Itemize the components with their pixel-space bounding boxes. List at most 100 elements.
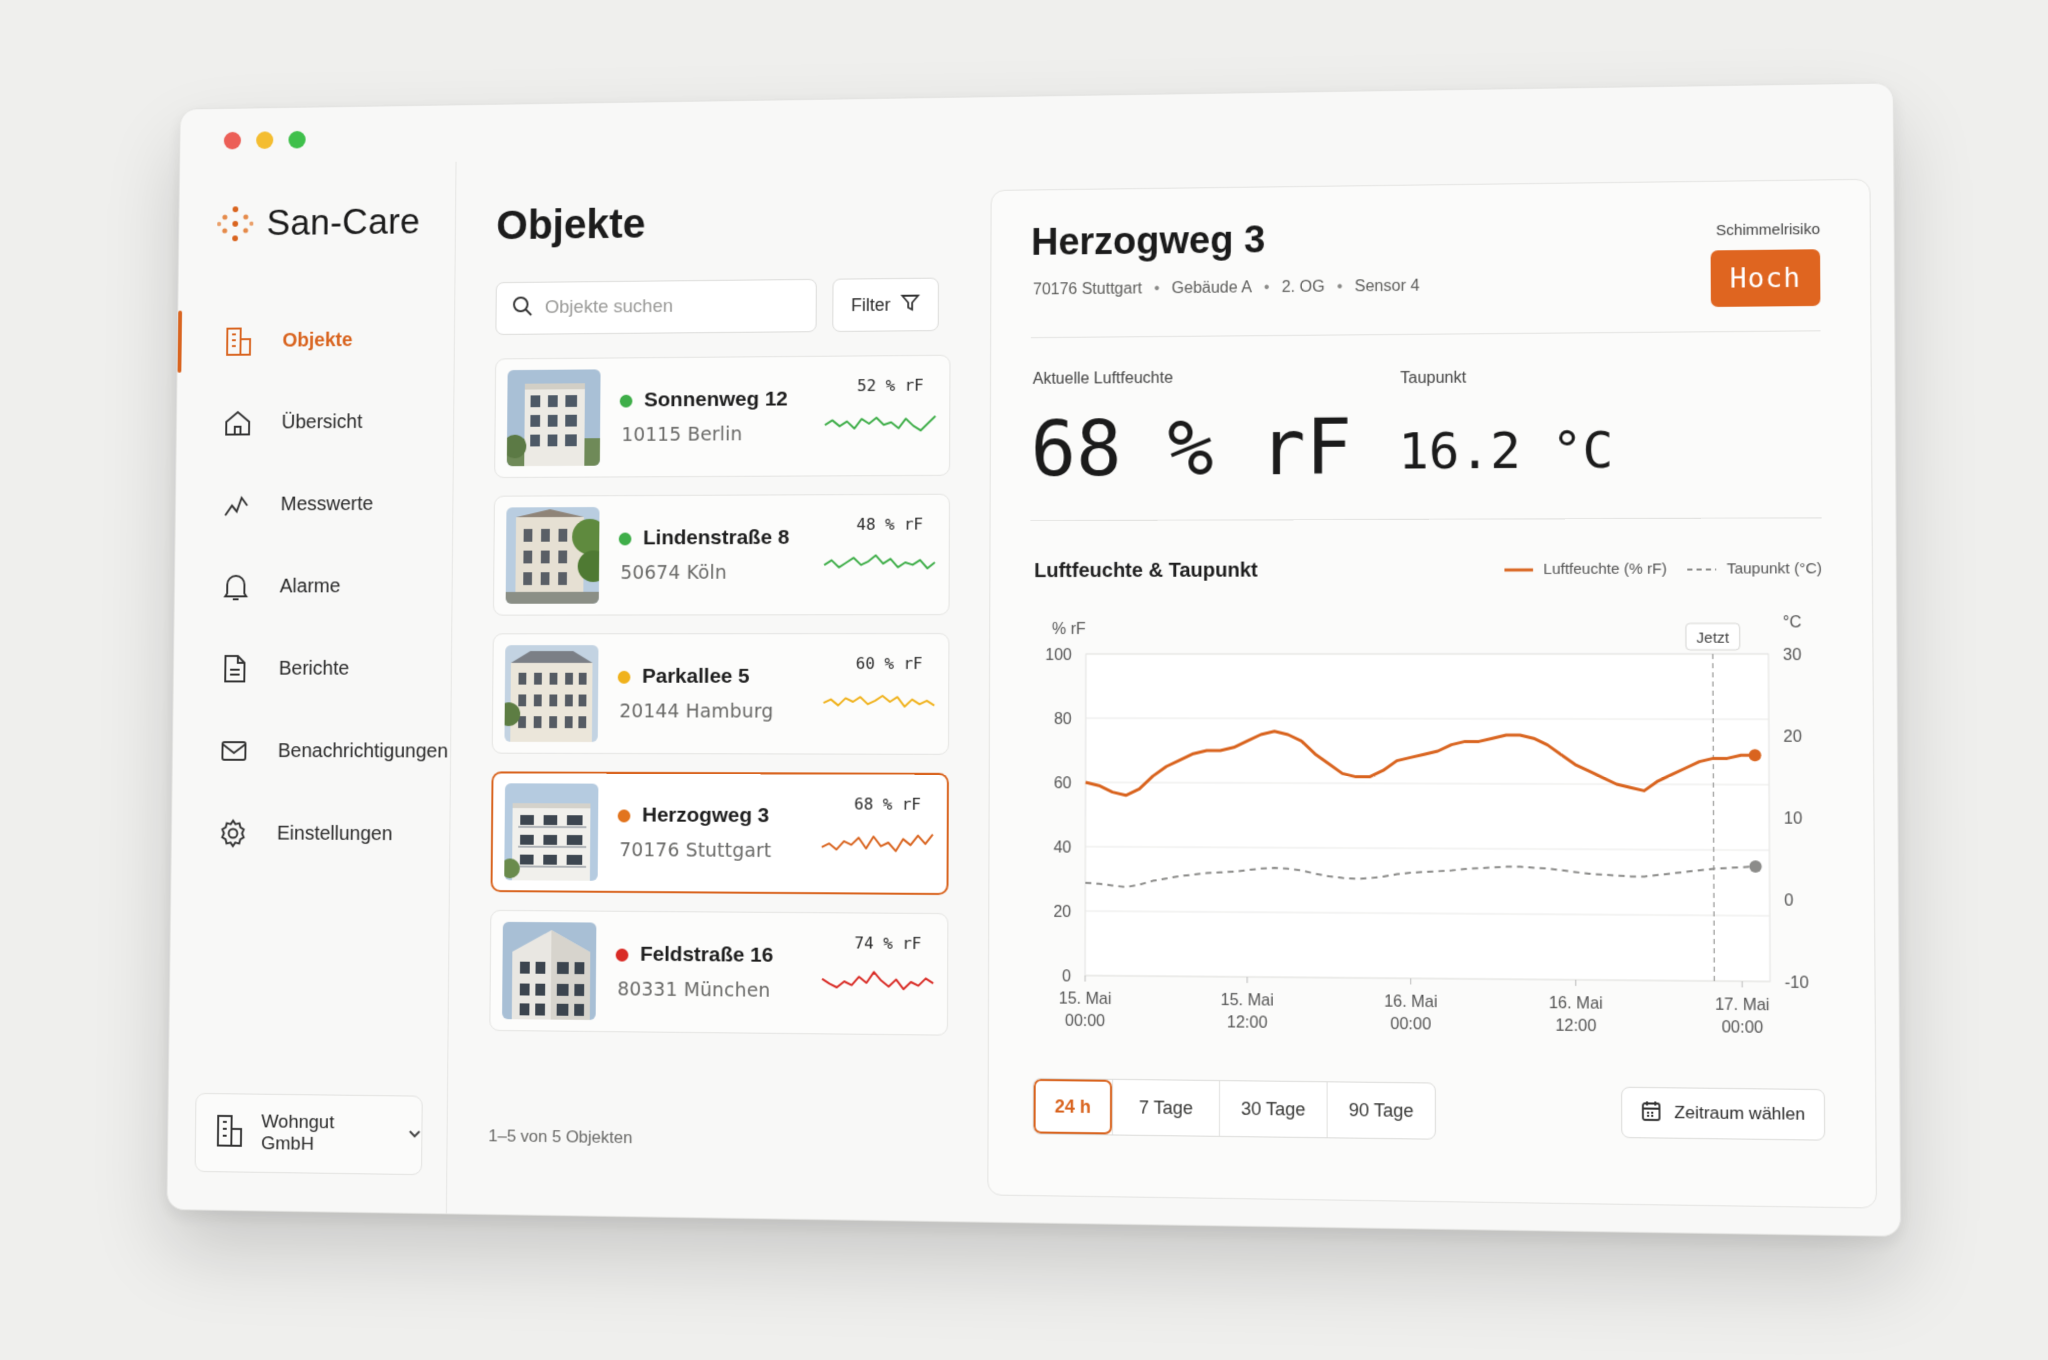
object-metric: 52 % rF: [823, 376, 938, 444]
x-tick-label-date: 16. Mai: [1549, 995, 1603, 1013]
close-window-button[interactable]: [224, 132, 241, 150]
y-right-tick-label: 20: [1783, 728, 1802, 746]
sidebar-item-messwerte[interactable]: Messwerte: [175, 463, 453, 546]
mail-icon: [218, 735, 249, 766]
sidebar-item-label: Einstellungen: [277, 822, 393, 845]
object-card-herzogweg[interactable]: Herzogweg 3 70176 Stuttgart 68 % rF: [491, 771, 949, 895]
sparkline: [820, 966, 935, 997]
page-title: Objekte: [496, 200, 645, 249]
y-left-tick-label: 100: [1045, 647, 1072, 664]
object-name: Lindenstraße 8: [643, 526, 789, 550]
status-dot: [619, 532, 632, 545]
meta-separator: •: [1154, 280, 1160, 298]
pagination-info: 1–5 von 5 Objekten: [488, 1126, 632, 1148]
range-7-tage[interactable]: 7 Tage: [1112, 1080, 1219, 1136]
x-tick-label-date: 15. Mai: [1221, 992, 1274, 1010]
object-card-sonnenweg[interactable]: Sonnenweg 12 10115 Berlin 52 % rF: [494, 355, 950, 478]
sparkline: [822, 547, 937, 577]
choose-period-label: Zeitraum wählen: [1674, 1103, 1805, 1125]
filter-label: Filter: [851, 294, 890, 315]
risk-label: Schimmelrisiko: [1716, 221, 1820, 239]
detail-panel: Herzogweg 3 70176 Stuttgart • Gebäude A …: [987, 179, 1877, 1209]
sidebar-item-label: Berichte: [279, 657, 350, 680]
legend-humidity-label: Luftfeuchte (% rF): [1543, 560, 1666, 578]
sidebar-item-label: Messwerte: [281, 493, 374, 516]
risk-badge: Hoch: [1711, 249, 1821, 307]
sparkline-path: [824, 555, 935, 568]
object-card-lindenstrasse[interactable]: Lindenstraße 8 50674 Köln 48 % rF: [493, 494, 950, 616]
legend-humidity: Luftfeuchte (% rF): [1504, 560, 1666, 578]
search-input[interactable]: [545, 295, 789, 319]
app-name: San-Care: [266, 201, 420, 244]
y-right-tick-label: 0: [1784, 892, 1794, 910]
sidebar-item-benachrichtigungen[interactable]: Benachrichtigungen: [172, 710, 451, 793]
plot-area: [1085, 654, 1770, 982]
meta-separator: •: [1337, 278, 1343, 296]
object-name-row: Lindenstraße 8: [619, 526, 825, 550]
sparkline: [820, 827, 935, 858]
building-photo: [504, 783, 598, 881]
meta-floor: 2. OG: [1282, 279, 1325, 297]
range-90-tage[interactable]: 90 Tage: [1327, 1082, 1435, 1138]
maximize-window-button[interactable]: [288, 131, 305, 149]
object-card-parkallee[interactable]: Parkallee 5 20144 Hamburg 60 % rF: [492, 633, 950, 755]
organization-name: Wohngut GmbH: [261, 1111, 385, 1156]
dewpoint-value: 16.2 °C: [1398, 421, 1613, 481]
bell-icon: [220, 571, 251, 602]
sidebar-item-uebersicht[interactable]: Übersicht: [176, 380, 454, 464]
y-right-tick-label: 10: [1784, 810, 1803, 828]
humidity-value: 48 % rF: [822, 515, 923, 534]
meta-address: 70176 Stuttgart: [1033, 280, 1142, 299]
minimize-window-button[interactable]: [256, 131, 273, 149]
object-card-feldstrasse[interactable]: Feldstraße 16 80331 München 74 % rF: [489, 910, 948, 1036]
range-30-tage[interactable]: 30 Tage: [1219, 1081, 1327, 1137]
sidebar-item-objekte[interactable]: Objekte: [177, 298, 455, 382]
chevron-down-icon: [408, 1126, 422, 1144]
building-photo: [506, 507, 600, 604]
sparkline: [823, 408, 938, 438]
sparkline-path: [825, 416, 936, 431]
object-metric: 48 % rF: [822, 515, 937, 583]
humidity-value-large: 68 % rF: [1030, 403, 1352, 494]
title-bar: [180, 83, 1893, 165]
x-tick-label-time: 12:00: [1555, 1017, 1597, 1035]
x-tick-label-date: 17. Mai: [1715, 996, 1770, 1014]
search-box[interactable]: [495, 279, 816, 335]
status-dot: [618, 670, 631, 683]
y-left-tick-label: 20: [1053, 904, 1071, 922]
app-logo[interactable]: San-Care: [217, 201, 420, 244]
sidebar-item-label: Übersicht: [281, 411, 362, 434]
object-info: Sonnenweg 12 10115 Berlin: [619, 387, 825, 446]
humidity-value: 74 % rF: [820, 933, 921, 953]
organization-switcher[interactable]: Wohngut GmbH: [195, 1093, 423, 1175]
object-name-row: Feldstraße 16: [616, 943, 823, 969]
y-left-tick-label: 0: [1062, 968, 1071, 986]
object-metric: 68 % rF: [820, 794, 935, 863]
object-metric: 60 % rF: [821, 654, 936, 722]
range-24h[interactable]: 24 h: [1034, 1079, 1112, 1135]
meta-separator: •: [1264, 279, 1270, 297]
building-photo: [504, 645, 598, 742]
choose-period-button[interactable]: Zeitraum wählen: [1621, 1087, 1825, 1141]
x-tick-label-date: 16. Mai: [1384, 993, 1438, 1011]
object-info: Feldstraße 16 80331 München: [615, 943, 822, 1003]
objects-panel: Objekte Filter: [447, 155, 973, 1222]
x-tick-label-time: 00:00: [1390, 1016, 1431, 1034]
sidebar-item-label: Objekte: [282, 329, 352, 352]
filter-icon: [900, 292, 920, 317]
filter-button[interactable]: Filter: [832, 278, 939, 332]
dewpoint-label: Taupunkt: [1400, 370, 1466, 389]
object-address: 70176 Stuttgart: [617, 839, 823, 862]
sidebar-item-einstellungen[interactable]: Einstellungen: [171, 792, 450, 876]
sidebar-item-berichte[interactable]: Berichte: [173, 627, 452, 710]
now-marker-label: Jetzt: [1696, 630, 1729, 647]
sidebar-item-alarme[interactable]: Alarme: [174, 545, 453, 628]
status-dot: [620, 394, 633, 407]
object-name: Feldstraße 16: [640, 943, 773, 968]
search-icon: [512, 295, 533, 322]
sparkline-path: [822, 834, 933, 851]
detail-meta: 70176 Stuttgart • Gebäude A • 2. OG • Se…: [1033, 278, 1420, 300]
humidity-value: 52 % rF: [823, 376, 924, 396]
building-photo: [502, 922, 596, 1020]
stage: San-Care Objekte Übersicht Messwerte Ala…: [0, 0, 2048, 1360]
